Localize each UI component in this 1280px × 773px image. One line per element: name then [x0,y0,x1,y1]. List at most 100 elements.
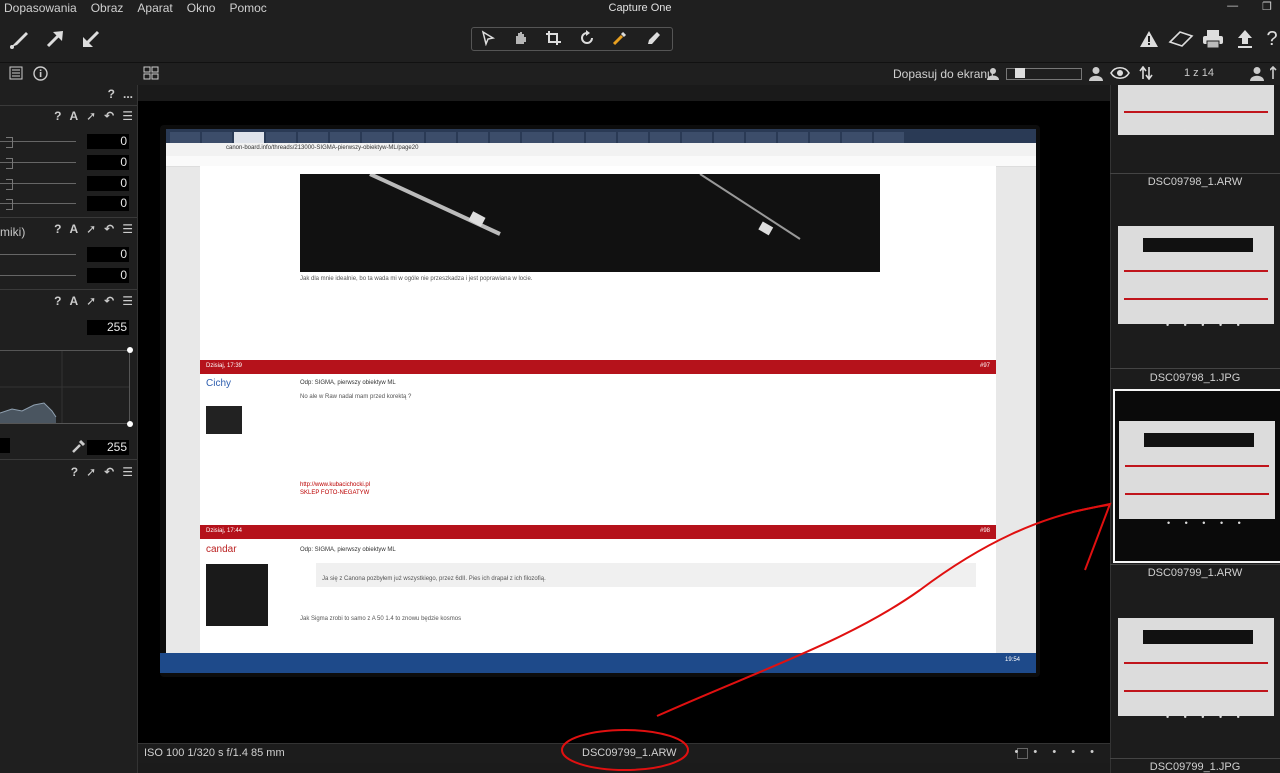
info-icon[interactable] [33,66,48,84]
pointer-icon[interactable] [480,29,498,49]
user-avatar [206,564,268,626]
thumbnail-rating[interactable]: • • • • • [1166,712,1246,722]
slider-value[interactable]: 0 [87,247,129,262]
rotate-icon[interactable] [579,29,597,49]
warning-icon[interactable] [1136,26,1162,52]
viewer-photo[interactable]: canon-board.info/threads/213000-SIGMA-pi… [160,125,1040,677]
picker-icon[interactable] [612,30,630,49]
browser-tab [746,132,776,143]
slider-handle[interactable] [6,179,13,190]
copy-adjustments-icon[interactable]: ➚ [86,222,96,236]
help-button[interactable]: ? [54,222,61,236]
current-filename: DSC09799_1.ARW [582,747,677,759]
grid-view-icon[interactable] [143,66,159,83]
reset-icon[interactable]: ↶ [104,109,114,123]
eraser-tag-icon[interactable] [1168,26,1194,52]
level-black-box[interactable] [0,438,10,453]
slider-row[interactable]: 0 [0,247,137,262]
minimize-icon[interactable]: — [1227,0,1238,13]
eyedropper-icon[interactable] [71,438,87,457]
help-button[interactable]: ? [54,109,61,123]
arrow-down-left-icon[interactable] [78,26,104,52]
slider-handle[interactable] [6,137,13,148]
crop-icon[interactable] [545,30,563,49]
slider-row[interactable]: 0 [0,134,137,149]
level-handle-bottom[interactable] [127,421,133,427]
zoom-slider[interactable] [1006,68,1082,80]
panel-header-row-3: ? A ➚ ↶ ☰ [54,222,133,236]
reset-icon[interactable]: ↶ [104,222,114,236]
panel-menu-icon[interactable]: ☰ [122,294,133,308]
slider-row[interactable]: 0 [0,268,137,283]
more-button[interactable]: ... [123,87,133,101]
help-button[interactable]: ? [54,294,61,308]
slider-value[interactable]: 0 [87,155,129,170]
hand-icon[interactable] [513,30,529,49]
post-title: Odp: SIGMA, pierwszy obiektyw ML [300,547,396,553]
slider-track[interactable] [0,275,76,276]
eye-icon[interactable] [1110,66,1130,83]
auto-button[interactable]: A [69,222,78,236]
user-filter-icon[interactable] [1250,66,1264,84]
slider-row[interactable]: 0 [0,155,137,170]
panel-menu-icon[interactable]: ☰ [122,109,133,123]
thumbnail[interactable]: • • • • • [1114,224,1280,344]
zoom-slider-knob[interactable] [1015,68,1025,78]
eraser-icon[interactable] [646,30,664,49]
copy-adjustments-icon[interactable]: ➚ [86,294,96,308]
level-output-value[interactable]: 255 [87,440,129,455]
brush-icon[interactable] [6,26,32,52]
menu-item-pomoc[interactable]: Pomoc [229,1,266,15]
levels-histogram[interactable] [0,347,133,427]
browser-tab [234,132,264,143]
copy-adjustments-icon[interactable]: ➚ [86,465,96,479]
slider-row[interactable]: 0 [0,196,137,211]
viewer-header-bar: Dopasuj do ekranu 1 z 14 [0,63,1280,86]
help-icon[interactable]: ? [1264,26,1280,52]
slider-row[interactable]: 0 [0,176,137,191]
browser-tabs [166,129,1036,143]
sort-icon[interactable] [1139,65,1153,83]
menu-item-okno[interactable]: Okno [187,1,216,15]
slider-value[interactable]: 0 [87,196,129,211]
thumbnail-rating[interactable]: • • • • • [1166,320,1246,330]
menu-item-obraz[interactable]: Obraz [91,1,124,15]
thumbnail[interactable]: • • • • • [1114,85,1280,145]
fit-to-screen-label[interactable]: Dopasuj do ekranu [893,67,994,81]
list-view-icon[interactable] [9,66,23,83]
print-icon[interactable] [1200,26,1226,52]
slider-value[interactable]: 0 [87,176,129,191]
filmstrip-divider [1110,758,1280,759]
auto-button[interactable]: A [69,109,78,123]
arrow-up-right-icon[interactable] [42,26,68,52]
star-rating[interactable]: • • • • • [1015,746,1100,758]
browser-tab [682,132,712,143]
panel-divider [0,459,137,460]
slider-track[interactable] [0,254,76,255]
menu-item-dopasowania[interactable]: Dopasowania [4,1,77,15]
thumbnail[interactable]: • • • • • [1114,616,1280,736]
slider-handle[interactable] [6,199,13,210]
thumbnail-rating[interactable]: • • • • • [1166,125,1246,135]
slider-handle[interactable] [6,158,13,169]
menu-item-aparat[interactable]: Aparat [137,1,172,15]
export-icon[interactable] [1232,26,1258,52]
thumbnail-selected[interactable]: • • • • • [1113,389,1280,563]
panel-menu-icon[interactable]: ☰ [122,222,133,236]
slider-value[interactable]: 0 [87,268,129,283]
reset-icon[interactable]: ↶ [104,294,114,308]
slider-value[interactable]: 0 [87,134,129,149]
help-button[interactable]: ? [108,87,115,101]
auto-button[interactable]: A [69,294,78,308]
restore-icon[interactable]: ❐ [1262,0,1272,13]
more-filters-icon[interactable] [1269,65,1280,83]
level-handle-top[interactable] [127,347,133,353]
reset-icon[interactable]: ↶ [104,465,114,479]
help-button[interactable]: ? [71,465,78,479]
post-header-bar: Dzisiaj, 17:44 #98 [200,525,996,539]
panel-menu-icon[interactable]: ☰ [122,465,133,479]
copy-adjustments-icon[interactable]: ➚ [86,109,96,123]
thumbnail-image [1118,226,1274,324]
level-white-value[interactable]: 255 [87,320,129,335]
thumbnail-rating[interactable]: • • • • • [1167,518,1247,528]
